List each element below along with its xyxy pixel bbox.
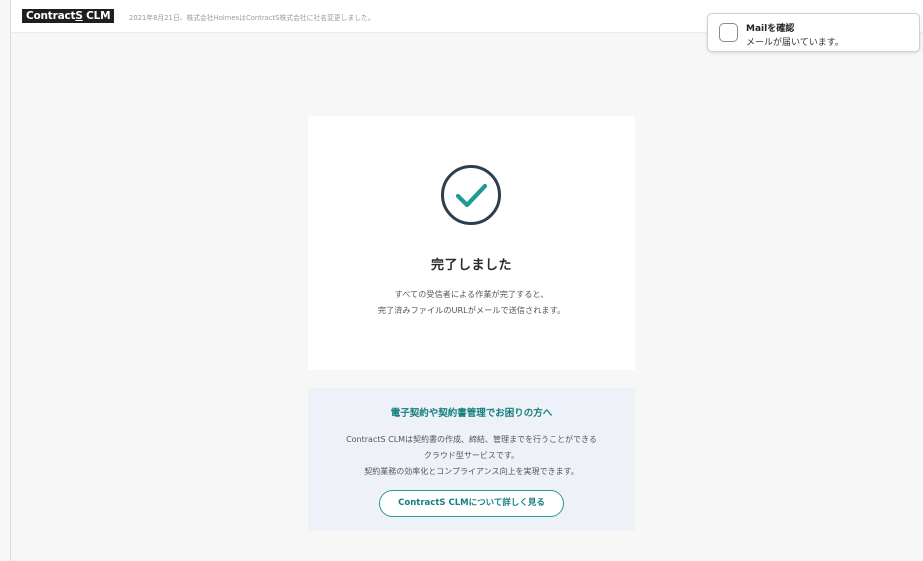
promo-text-line1: ContractS CLMは契約書の作成、締結、管理までを行うことができる [346, 435, 597, 444]
learn-more-button[interactable]: ContractS CLMについて詳しく見る [379, 490, 564, 517]
completion-title: 完了しました [430, 258, 512, 273]
mail-toast-title: Mailを確認 [746, 24, 795, 34]
completion-description-line2: 完了済みファイルのURLがメールで送信されます。 [377, 305, 566, 315]
logo-text-s: S [75, 10, 83, 22]
promo-text-line3: 契約業務の効率化とコンプライアンス向上を実現できます。 [364, 467, 579, 476]
promo-panel: 電子契約や契約書管理でお困りの方へ ContractS CLMは契約書の作成、締… [308, 388, 635, 531]
completion-description-line1: すべての受信者による作業が完了すると、 [394, 289, 549, 299]
completion-card: 完了しました すべての受信者による作業が完了すると、 完了済みファイルのURLが… [308, 116, 635, 370]
check-circle-icon [441, 165, 501, 225]
contracts-clm-logo[interactable]: ContractS CLM [22, 9, 115, 23]
promo-title: 電子契約や契約書管理でお困りの方へ [390, 408, 553, 419]
promo-text-line2: クラウド型サービスです。 [423, 451, 520, 460]
company-rename-notice: 2021年8月21日、株式会社HolmesはContractS株式会社に社名変更… [129, 14, 375, 22]
logo-text-suffix: CLM [82, 10, 111, 22]
left-border [10, 0, 11, 561]
logo-text-main: Contract [26, 10, 76, 22]
mail-toast-message: メールが届いています。 [746, 38, 844, 48]
mail-notification-toast[interactable]: Mailを確認 メールが届いています。 [707, 13, 920, 52]
mail-checkbox-icon[interactable] [719, 23, 738, 42]
